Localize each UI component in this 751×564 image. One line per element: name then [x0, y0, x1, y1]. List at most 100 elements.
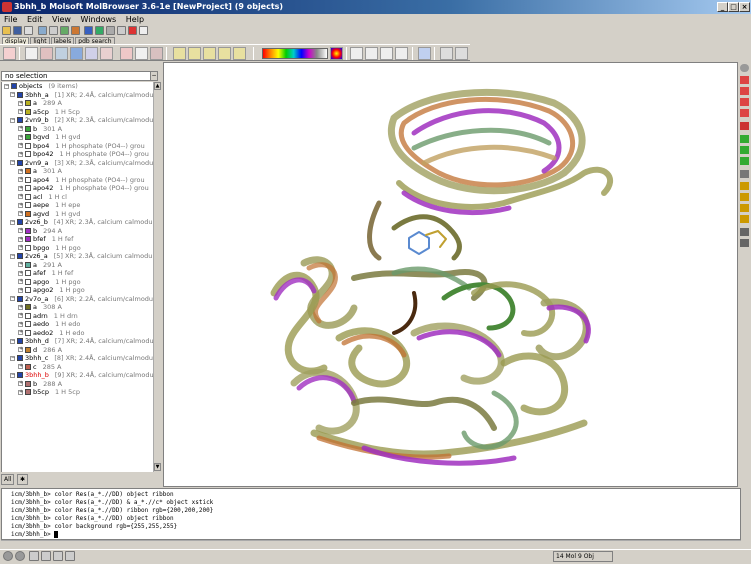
command-terminal[interactable]: icm/3bhh_b> color Res(a_*.//DD) object r… [1, 488, 741, 540]
display-c-icon[interactable] [150, 47, 163, 60]
tree-item[interactable]: + a 289 A [18, 99, 62, 108]
layout-icon-3[interactable] [53, 551, 63, 561]
minimize-button[interactable]: _ [717, 2, 728, 12]
screenshot-icon[interactable] [740, 228, 749, 236]
tree-object[interactable]: − 3bhh_b [9] XR; 2.4Å, calcium/calmodu [10, 371, 153, 380]
visibility-checkbox[interactable] [17, 219, 23, 225]
collapse-icon[interactable]: − [10, 117, 15, 123]
visibility-checkbox[interactable] [25, 329, 31, 336]
rotate-icon[interactable] [740, 76, 749, 84]
visibility-checkbox[interactable] [17, 338, 23, 344]
view-options-icon[interactable] [740, 64, 749, 72]
open-folder-icon[interactable] [2, 26, 11, 35]
tree-item[interactable]: + afef 1 H fef [18, 269, 73, 278]
maximize-button[interactable]: □ [728, 2, 739, 12]
visibility-checkbox[interactable] [25, 236, 31, 242]
tree-object[interactable]: − 2vn9_b [2] XR; 2.3Å, calcium/calmodu [10, 116, 153, 125]
clip-icon[interactable] [740, 109, 749, 117]
visibility-checkbox[interactable] [25, 304, 31, 310]
expand-icon[interactable]: + [18, 194, 23, 199]
expand-icon[interactable]: + [18, 151, 23, 157]
visibility-checkbox[interactable] [25, 134, 31, 140]
expand-icon[interactable]: + [18, 109, 23, 114]
label-all-icon[interactable] [233, 47, 246, 60]
scroll-up-icon[interactable]: ▲ [154, 82, 161, 90]
checkbox[interactable] [11, 83, 17, 89]
cut-icon[interactable] [71, 26, 80, 35]
collapse-icon[interactable]: − [10, 296, 15, 301]
display-b-icon[interactable] [135, 47, 148, 60]
terminal-scrollbar[interactable] [741, 488, 750, 540]
color-by-icon[interactable] [330, 47, 343, 60]
expand-icon[interactable]: + [18, 270, 23, 276]
visibility-checkbox[interactable] [25, 261, 31, 268]
tree-item[interactable]: + bpo42 1 H phosphate (PO4--) grou [18, 150, 149, 159]
tab-all[interactable]: All [1, 474, 15, 485]
visibility-checkbox[interactable] [17, 295, 23, 302]
align-icon[interactable] [106, 26, 115, 35]
tree-object[interactable]: − 2vz6_b [4] XR; 2.3Å, calcium calmodu [10, 218, 153, 227]
tree-item[interactable]: + aepe 1 H epe [18, 201, 80, 210]
redo-icon[interactable] [455, 47, 468, 60]
selection-clear-button[interactable]: − [150, 71, 158, 81]
collapse-icon[interactable]: − [10, 338, 15, 344]
slab-c-icon[interactable] [740, 204, 749, 212]
menu-windows[interactable]: Windows [81, 15, 117, 24]
tree-object[interactable]: − 3bhh_c [8] XR; 2.4Å, calcium/calmodu [10, 354, 153, 363]
visibility-checkbox[interactable] [25, 185, 31, 191]
layout-icon-4[interactable] [65, 551, 75, 561]
chart-icon[interactable] [117, 26, 126, 35]
expand-icon[interactable]: + [18, 364, 23, 369]
tree-item[interactable]: + b5cp 1 H 5cp [18, 388, 80, 397]
menu-view[interactable]: View [52, 15, 71, 24]
expand-icon[interactable]: + [18, 211, 23, 216]
slab-d-icon[interactable] [740, 215, 749, 223]
menu-file[interactable]: File [4, 15, 17, 24]
visibility-checkbox[interactable] [25, 168, 31, 174]
tree-object[interactable]: − 2vn9_a [3] XR; 2.3Å, calcium/calmodu [10, 159, 153, 168]
expand-icon[interactable]: + [18, 177, 23, 182]
menu-edit[interactable]: Edit [27, 15, 43, 24]
translate-icon[interactable] [740, 87, 749, 95]
sequence-icon[interactable] [95, 26, 104, 35]
terminal-hscrollbar[interactable] [1, 540, 741, 548]
visibility-checkbox[interactable] [25, 363, 31, 370]
visibility-checkbox[interactable] [25, 321, 31, 327]
expand-icon[interactable]: + [18, 100, 23, 106]
status-button-2[interactable] [15, 551, 25, 561]
color-ball-icon[interactable] [128, 26, 137, 35]
slab-b-icon[interactable] [740, 193, 749, 201]
color-palette[interactable] [262, 48, 328, 59]
molecule-icon[interactable] [38, 26, 47, 35]
tree-item[interactable]: + acl 1 H cl [18, 193, 67, 202]
expand-icon[interactable]: + [18, 236, 23, 242]
expand-icon[interactable]: + [18, 143, 23, 148]
collapse-icon[interactable]: − [10, 160, 15, 165]
expand-icon[interactable]: + [18, 262, 23, 267]
collapse-icon[interactable]: − [4, 83, 9, 89]
visibility-checkbox[interactable] [17, 159, 23, 166]
tree-scrollbar[interactable]: ▲ ▼ [153, 82, 161, 472]
undo-icon[interactable] [440, 47, 453, 60]
tools-icon[interactable] [49, 26, 58, 35]
visibility-checkbox[interactable] [25, 193, 31, 200]
menu-help[interactable]: Help [126, 15, 144, 24]
expand-icon[interactable]: + [18, 304, 23, 310]
molecule-viewport[interactable] [163, 62, 738, 487]
label-site-icon[interactable] [218, 47, 231, 60]
visibility-checkbox[interactable] [25, 108, 31, 115]
tree-item[interactable]: + b 294 A [18, 227, 62, 236]
expand-icon[interactable]: + [18, 185, 23, 191]
collapse-icon[interactable]: − [10, 355, 15, 361]
tree-item[interactable]: + a5cp 1 H 5cp [18, 108, 80, 117]
surface-icon[interactable] [85, 47, 98, 60]
close-button[interactable]: × [739, 2, 750, 12]
wire-icon[interactable] [3, 47, 16, 60]
collapse-icon[interactable]: − [10, 372, 15, 378]
visibility-checkbox[interactable] [25, 380, 31, 387]
angle-icon[interactable] [365, 47, 378, 60]
tree-item[interactable]: + bpgo 1 H pgo [18, 244, 81, 253]
expand-icon[interactable]: + [18, 347, 23, 352]
label-res-icon[interactable] [173, 47, 186, 60]
tree-object[interactable]: − 3bhh_a [1] XR; 2.4Å, calcium/calmodu [10, 91, 153, 100]
